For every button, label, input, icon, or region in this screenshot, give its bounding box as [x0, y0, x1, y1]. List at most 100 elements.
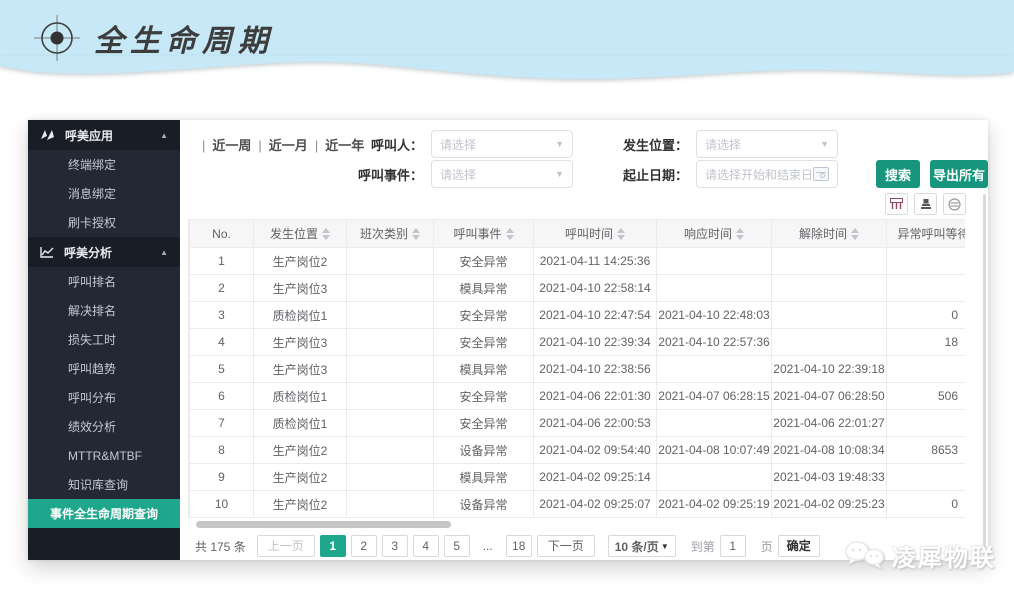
caller-select[interactable]: 请选择 ▼ [431, 130, 573, 158]
column-header-label: No. [212, 227, 231, 241]
page-number[interactable]: 18 [506, 535, 532, 557]
cell-response-time: 2021-04-07 06:28:15 [657, 383, 772, 410]
event-placeholder: 请选择 [440, 166, 555, 183]
cell-response-time: 2021-04-10 22:48:03 [657, 302, 772, 329]
page-number[interactable]: ... [475, 535, 501, 557]
cell-call-time: 2021-04-10 22:38:56 [534, 356, 657, 383]
sidebar-item[interactable]: 刷卡授权 [28, 208, 180, 237]
cell-call-event: 设备异常 [434, 491, 534, 518]
prev-page-button[interactable]: 上一页 [257, 535, 315, 557]
page-number[interactable]: 2 [351, 535, 377, 557]
cell-location: 质检岗位1 [254, 383, 347, 410]
table-row[interactable]: 7 质检岗位1 安全异常 2021-04-06 22:00:53 2021-04… [190, 410, 966, 437]
column-display-icon[interactable] [885, 193, 908, 215]
date-range-input[interactable]: 请选择开始和结束日期 [696, 160, 838, 188]
quick-range-link[interactable]: 近一周 [195, 135, 251, 154]
page-number[interactable]: 5 [444, 535, 470, 557]
column-header-label: 呼叫事件 [453, 225, 501, 242]
table-row[interactable]: 4 生产岗位3 安全异常 2021-04-10 22:39:34 2021-04… [190, 329, 966, 356]
sidebar-group-call-app-items: 终端绑定消息绑定刷卡授权 [28, 150, 180, 237]
sort-icon[interactable] [617, 228, 625, 240]
export-all-button[interactable]: 导出所有 [930, 160, 988, 188]
main-content: 近一周近一月近一年 呼叫人： 请选择 ▼ 发生位置： 请选择 ▼ 呼叫事件： 请… [180, 120, 988, 560]
chart-icon [40, 246, 54, 258]
print-icon[interactable] [943, 193, 966, 215]
sidebar-group-call-app[interactable]: 呼美应用 ▲ [28, 120, 180, 150]
page-size-value: 10 条/页 [615, 538, 661, 555]
horizontal-scrollbar-thumb[interactable] [196, 521, 451, 528]
table-row[interactable]: 3 质检岗位1 安全异常 2021-04-10 22:47:54 2021-04… [190, 302, 966, 329]
vertical-scrollbar[interactable] [983, 194, 986, 560]
goto-page-input[interactable] [720, 535, 746, 557]
caller-label: 呼叫人： [348, 135, 423, 154]
sidebar-group-call-analysis[interactable]: 呼美分析 ▲ [28, 237, 180, 267]
table-row[interactable]: 8 生产岗位2 设备异常 2021-04-02 09:54:40 2021-04… [190, 437, 966, 464]
confirm-button[interactable]: 确定 [778, 535, 820, 557]
sidebar-item[interactable]: 呼叫分布 [28, 383, 180, 412]
event-select[interactable]: 请选择 ▼ [431, 160, 573, 188]
page-number[interactable]: 4 [413, 535, 439, 557]
cell-abnormal-wait [887, 410, 966, 437]
table-row[interactable]: 10 生产岗位2 设备异常 2021-04-02 09:25:07 2021-0… [190, 491, 966, 518]
cell-resolve-time: 2021-04-03 19:48:33 [772, 464, 887, 491]
next-page-button[interactable]: 下一页 [537, 535, 595, 557]
sidebar-item[interactable]: MTTR&MTBF [28, 441, 180, 470]
column-header[interactable]: 呼叫事件 [434, 220, 534, 248]
column-header[interactable]: No. [190, 220, 254, 248]
chevron-up-icon: ▲ [160, 248, 168, 257]
sort-icon[interactable] [506, 228, 514, 240]
cell-call-time: 2021-04-02 09:25:14 [534, 464, 657, 491]
table-header-row: No. 发生位置 [190, 220, 966, 248]
date-range-placeholder: 请选择开始和结束日期 [705, 166, 813, 183]
table-row[interactable]: 2 生产岗位3 模具异常 2021-04-10 22:58:14 [190, 275, 966, 302]
stamp-icon[interactable] [914, 193, 937, 215]
page-number[interactable]: 3 [382, 535, 408, 557]
column-header[interactable]: 班次类别 [347, 220, 434, 248]
cell-shift-type [347, 248, 434, 275]
table-row[interactable]: 1 生产岗位2 安全异常 2021-04-11 14:25:36 [190, 248, 966, 275]
sort-icon[interactable] [851, 228, 859, 240]
sidebar-item[interactable]: 呼叫趋势 [28, 354, 180, 383]
filter-row-2: 呼叫事件： 请选择 ▼ 起止日期： 请选择开始和结束日期 搜索 导出所有 [188, 159, 988, 189]
column-header[interactable]: 解除时间 [772, 220, 887, 248]
cell-shift-type [347, 464, 434, 491]
sidebar-item[interactable]: 呼叫排名 [28, 267, 180, 296]
quick-range-links: 近一周近一月近一年 [188, 135, 348, 154]
call-app-icon [40, 129, 55, 141]
location-select[interactable]: 请选择 ▼ [696, 130, 838, 158]
sidebar-item[interactable]: 解决排名 [28, 296, 180, 325]
sort-icon[interactable] [736, 228, 744, 240]
table-row[interactable]: 9 生产岗位2 模具异常 2021-04-02 09:25:14 2021-04… [190, 464, 966, 491]
page-size-select[interactable]: 10 条/页 ▼ [608, 535, 676, 557]
column-header[interactable]: 响应时间 [657, 220, 772, 248]
quick-range-link[interactable]: 近一月 [251, 135, 307, 154]
sidebar-item[interactable]: 知识库查询 [28, 470, 180, 499]
cell-response-time [657, 410, 772, 437]
events-table-wrapper: No. 发生位置 [188, 219, 965, 518]
date-range-label: 起止日期： [623, 165, 688, 184]
cell-shift-type [347, 329, 434, 356]
sort-icon[interactable] [412, 228, 420, 240]
sidebar-item[interactable]: 事件全生命周期查询 [28, 499, 180, 528]
sidebar-item[interactable]: 消息绑定 [28, 179, 180, 208]
cell-resolve-time [772, 329, 887, 356]
column-header[interactable]: 发生位置 [254, 220, 347, 248]
page-number[interactable]: 1 [320, 535, 346, 557]
cell-response-time: 2021-04-08 10:07:49 [657, 437, 772, 464]
table-row[interactable]: 5 生产岗位3 模具异常 2021-04-10 22:38:56 2021-04… [190, 356, 966, 383]
sidebar-filler [28, 528, 180, 560]
column-header[interactable]: 异常呼叫等待时长 [887, 220, 966, 248]
location-placeholder: 请选择 [705, 136, 820, 153]
sidebar-item[interactable]: 终端绑定 [28, 150, 180, 179]
cell-response-time [657, 275, 772, 302]
table-row[interactable]: 6 质检岗位1 安全异常 2021-04-06 22:01:30 2021-04… [190, 383, 966, 410]
sidebar-item[interactable]: 损失工时 [28, 325, 180, 354]
sort-icon[interactable] [322, 228, 330, 240]
cell-location: 质检岗位1 [254, 302, 347, 329]
cell-abnormal-wait: 506 [887, 383, 966, 410]
cell-abnormal-wait: 18 [887, 329, 966, 356]
column-header[interactable]: 呼叫时间 [534, 220, 657, 248]
sidebar-item[interactable]: 绩效分析 [28, 412, 180, 441]
cell-response-time [657, 356, 772, 383]
search-button[interactable]: 搜索 [876, 160, 920, 188]
